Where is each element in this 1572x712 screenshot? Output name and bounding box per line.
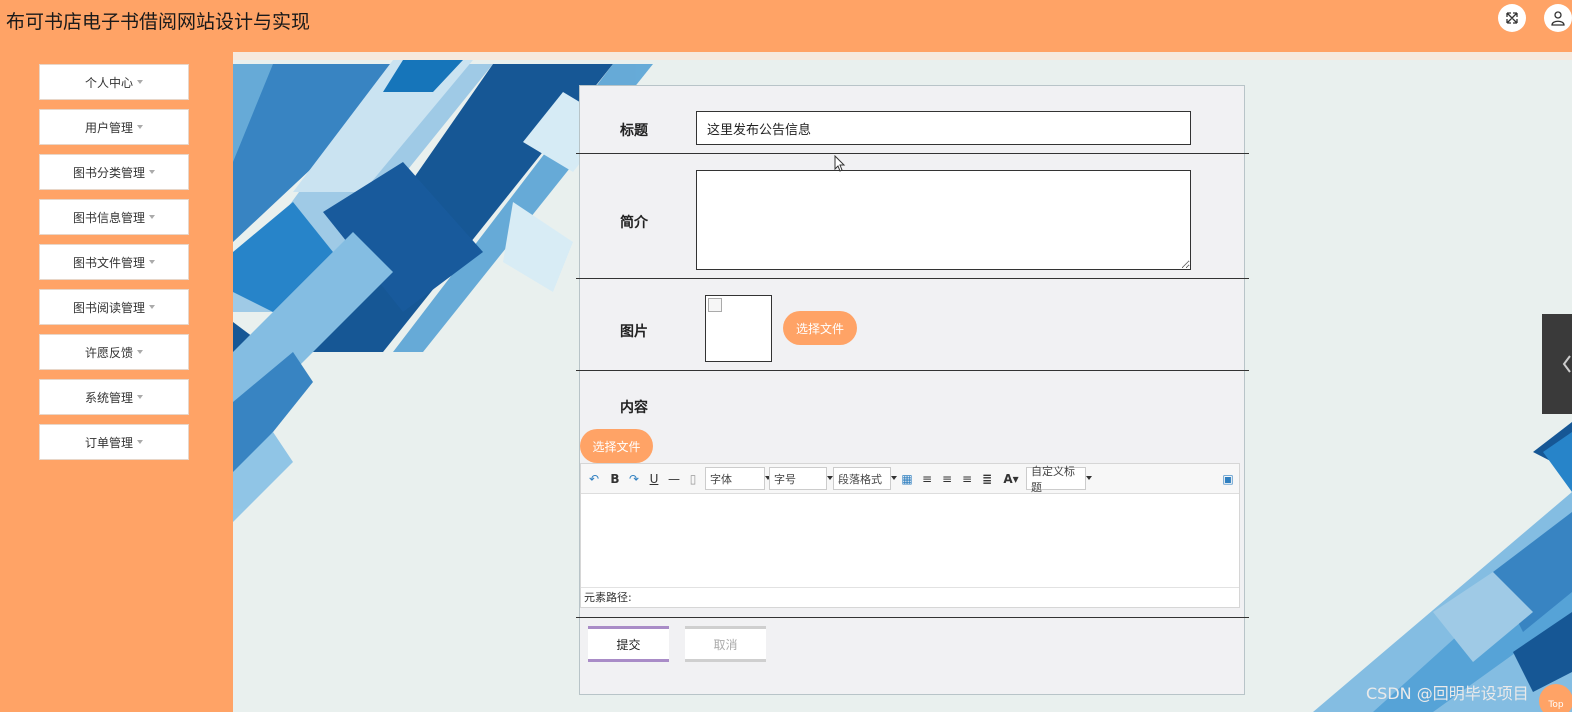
image-choose-file-button[interactable]: 选择文件 xyxy=(783,311,857,345)
sidebar-item-book-file[interactable]: 图书文件管理 xyxy=(39,244,189,280)
sidebar-item-label: 用户管理 xyxy=(84,120,133,135)
broken-image-icon xyxy=(708,298,722,312)
caret-down-icon xyxy=(137,125,143,129)
sidebar-item-label: 图书文件管理 xyxy=(72,255,145,270)
preview-icon[interactable]: ▣ xyxy=(1221,470,1235,487)
sidebar-item-label: 系统管理 xyxy=(84,390,133,405)
mouse-cursor-icon xyxy=(834,155,846,172)
caret-down-icon xyxy=(137,350,143,354)
divider xyxy=(576,278,1249,279)
watermark: CSDN @回明毕设项目 xyxy=(1366,684,1529,703)
caret-down-icon xyxy=(137,395,143,399)
sidebar-item-label: 图书信息管理 xyxy=(72,210,145,225)
chevron-left-icon xyxy=(1562,355,1571,373)
dropdown-arrow-icon xyxy=(891,476,897,480)
caret-down-icon xyxy=(149,260,155,264)
caret-down-icon xyxy=(149,215,155,219)
sidebar-item-orders[interactable]: 订单管理 xyxy=(39,424,189,460)
sidebar-item-wish-feedback[interactable]: 许愿反馈 xyxy=(39,334,189,370)
caret-down-icon xyxy=(137,440,143,444)
align-left-icon[interactable]: ≡ xyxy=(920,470,934,487)
user-icon[interactable] xyxy=(1544,4,1572,32)
app-title: 布可书店电子书借阅网站设计与实现 xyxy=(6,11,311,33)
table-icon[interactable]: ▦ xyxy=(900,470,914,487)
cancel-button[interactable]: 取消 xyxy=(685,626,766,662)
undo-icon[interactable]: ↶ xyxy=(587,470,601,487)
font-size-select[interactable]: 字号 xyxy=(769,467,833,490)
content-area: 标题 简介 图片 选择文件 内容 选择文件 ↶ B ↷ U — ▯ 字体 字号 … xyxy=(233,52,1572,712)
sidebar-item-book-category[interactable]: 图书分类管理 xyxy=(39,154,189,190)
editor-toolbar: ↶ B ↷ U — ▯ 字体 字号 段落格式 ▦ ≡ ≡ ≡ ≣ A▾ 自定义标… xyxy=(581,464,1239,494)
sidebar-item-book-reading[interactable]: 图书阅读管理 xyxy=(39,289,189,325)
redo-icon[interactable]: ↷ xyxy=(627,470,641,487)
title-label: 标题 xyxy=(620,123,648,139)
bold-icon[interactable]: B xyxy=(608,470,622,487)
paragraph-format-select-label: 段落格式 xyxy=(838,472,882,486)
caret-down-icon xyxy=(149,305,155,309)
sidebar-item-user-management[interactable]: 用户管理 xyxy=(39,109,189,145)
custom-title-select[interactable]: 自定义标题 xyxy=(1026,465,1092,494)
sidebar-item-label: 图书分类管理 xyxy=(72,165,145,180)
align-right-icon[interactable]: ≡ xyxy=(940,470,954,487)
divider xyxy=(576,153,1249,154)
intro-textarea[interactable] xyxy=(696,170,1191,270)
content-label: 内容 xyxy=(620,400,648,416)
sidebar-item-label: 许愿反馈 xyxy=(84,345,133,360)
image-label: 图片 xyxy=(620,324,648,340)
divider xyxy=(576,617,1249,618)
font-color-icon[interactable]: A▾ xyxy=(1001,470,1021,487)
image-preview xyxy=(705,295,772,362)
sidebar-item-label: 图书阅读管理 xyxy=(72,300,145,315)
sidebar-item-label: 个人中心 xyxy=(84,75,133,90)
intro-label: 简介 xyxy=(620,215,648,231)
horizontal-rule-icon[interactable]: — xyxy=(667,470,681,487)
caret-down-icon xyxy=(149,170,155,174)
rich-text-editor: ↶ B ↷ U — ▯ 字体 字号 段落格式 ▦ ≡ ≡ ≡ ≣ A▾ 自定义标… xyxy=(580,463,1240,608)
top-bar: 布可书店电子书借阅网站设计与实现 xyxy=(0,0,1572,52)
align-center-icon[interactable]: ≡ xyxy=(960,470,974,487)
font-family-select[interactable]: 字体 xyxy=(705,467,771,490)
sidebar-item-system[interactable]: 系统管理 xyxy=(39,379,189,415)
divider xyxy=(576,370,1249,371)
caret-down-icon xyxy=(137,80,143,84)
back-to-top-button[interactable]: Top xyxy=(1539,684,1572,712)
sidebar-item-book-info[interactable]: 图书信息管理 xyxy=(39,199,189,235)
dropdown-arrow-icon xyxy=(1086,476,1092,480)
element-path-status: 元素路径: xyxy=(581,587,1239,607)
underline-icon[interactable]: U xyxy=(647,470,661,487)
top-strip xyxy=(233,52,1572,60)
fullscreen-icon[interactable] xyxy=(1498,4,1526,32)
new-document-icon[interactable]: ▯ xyxy=(686,470,700,487)
sidebar-item-personal-center[interactable]: 个人中心 xyxy=(39,64,189,100)
submit-button[interactable]: 提交 xyxy=(588,626,669,662)
font-family-select-label: 字体 xyxy=(710,472,732,486)
align-justify-icon[interactable]: ≣ xyxy=(980,470,994,487)
editor-body[interactable] xyxy=(581,495,1239,587)
announcement-form: 标题 简介 图片 选择文件 内容 选择文件 ↶ B ↷ U — ▯ 字体 字号 … xyxy=(576,85,1249,695)
sidebar-item-label: 订单管理 xyxy=(84,435,133,450)
custom-title-select-label: 自定义标题 xyxy=(1031,464,1075,494)
side-panel-toggle[interactable] xyxy=(1542,314,1572,414)
title-input[interactable] xyxy=(696,111,1191,145)
content-choose-file-button[interactable]: 选择文件 xyxy=(580,429,653,463)
font-size-select-label: 字号 xyxy=(774,472,796,486)
paragraph-format-select[interactable]: 段落格式 xyxy=(833,467,897,490)
sidebar: 个人中心 用户管理 图书分类管理 图书信息管理 图书文件管理 图书阅读管理 许愿… xyxy=(0,52,233,712)
